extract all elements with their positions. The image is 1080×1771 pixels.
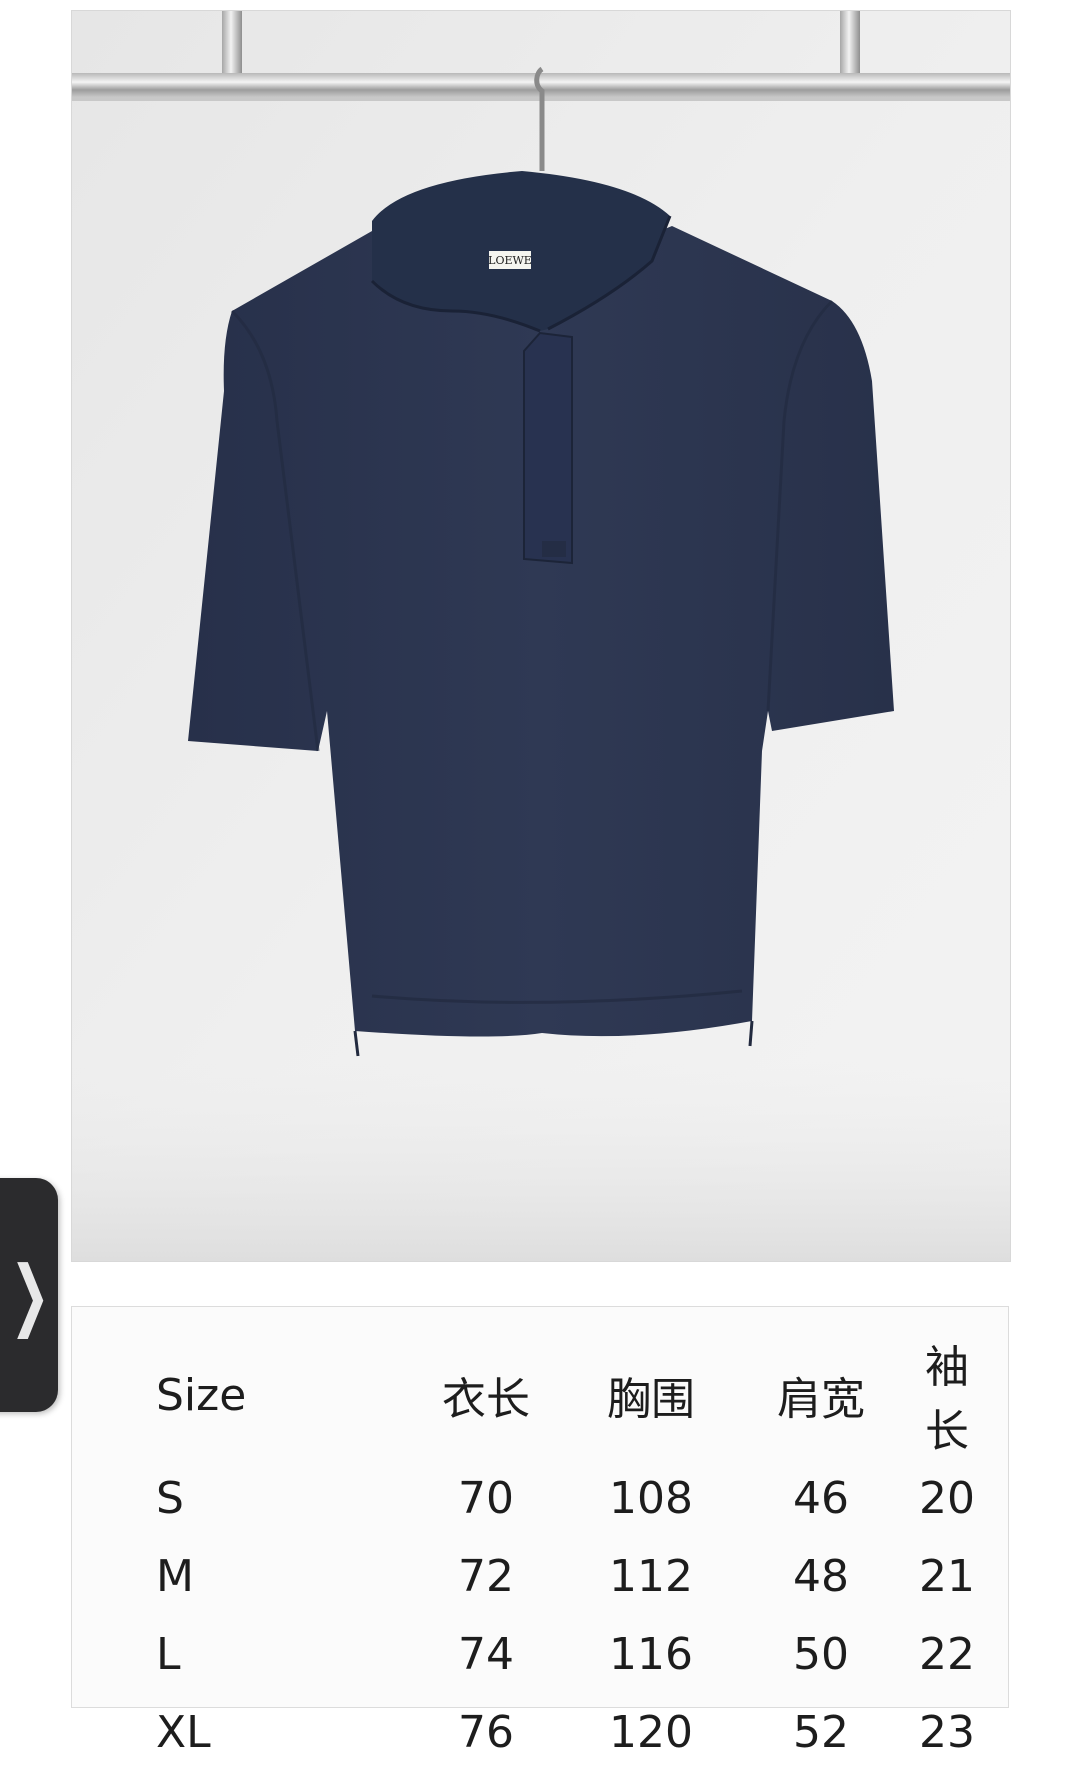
length-cell: 76	[458, 1706, 514, 1758]
sleeve-cell: 23	[919, 1706, 975, 1758]
header-shoulder: 肩宽	[777, 1374, 865, 1425]
table-row: L 74 116 50 22	[72, 1615, 1008, 1693]
header-sleeve: 袖长	[925, 1342, 969, 1457]
header-chest: 胸围	[607, 1374, 695, 1425]
chest-cell: 112	[609, 1550, 693, 1602]
shoulder-cell: 46	[793, 1472, 849, 1524]
shoulder-cell: 50	[793, 1628, 849, 1680]
chest-cell: 116	[609, 1628, 693, 1680]
length-cell: 70	[458, 1472, 514, 1524]
size-chart: Size 衣长 胸围 肩宽 袖长 S 70 108 46 20 M 72 112…	[71, 1306, 1009, 1758]
chest-cell: 108	[609, 1472, 693, 1524]
header-length: 衣长	[442, 1374, 530, 1425]
shoulder-cell: 48	[793, 1550, 849, 1602]
size-cell: S	[156, 1472, 184, 1524]
sleeve-cell: 21	[919, 1550, 975, 1602]
size-cell: XL	[156, 1706, 211, 1758]
size-table: Size 衣长 胸围 肩宽 袖长 S 70 108 46 20 M 72 112…	[72, 1307, 1008, 1771]
product-photo: LOEWE	[71, 10, 1011, 1262]
side-expand-tab[interactable]: ❯	[0, 1178, 58, 1412]
header-size: Size	[156, 1369, 247, 1421]
chest-cell: 120	[609, 1706, 693, 1758]
table-row: XL 76 120 52 23	[72, 1693, 1008, 1771]
table-header-row: Size 衣长 胸围 肩宽 袖长	[72, 1307, 1008, 1459]
size-cell: M	[156, 1550, 194, 1602]
table-row: S 70 108 46 20	[72, 1459, 1008, 1537]
table-row: M 72 112 48 21	[72, 1537, 1008, 1615]
chevron-right-icon: ❯	[9, 1250, 51, 1340]
sleeve-cell: 20	[919, 1472, 975, 1524]
shoulder-cell: 52	[793, 1706, 849, 1758]
size-cell: L	[156, 1628, 181, 1680]
length-cell: 72	[458, 1550, 514, 1602]
polo-shirt-image: LOEWE	[72, 11, 1010, 1261]
sleeve-cell: 22	[919, 1628, 975, 1680]
svg-text:LOEWE: LOEWE	[488, 254, 532, 267]
length-cell: 74	[458, 1628, 514, 1680]
